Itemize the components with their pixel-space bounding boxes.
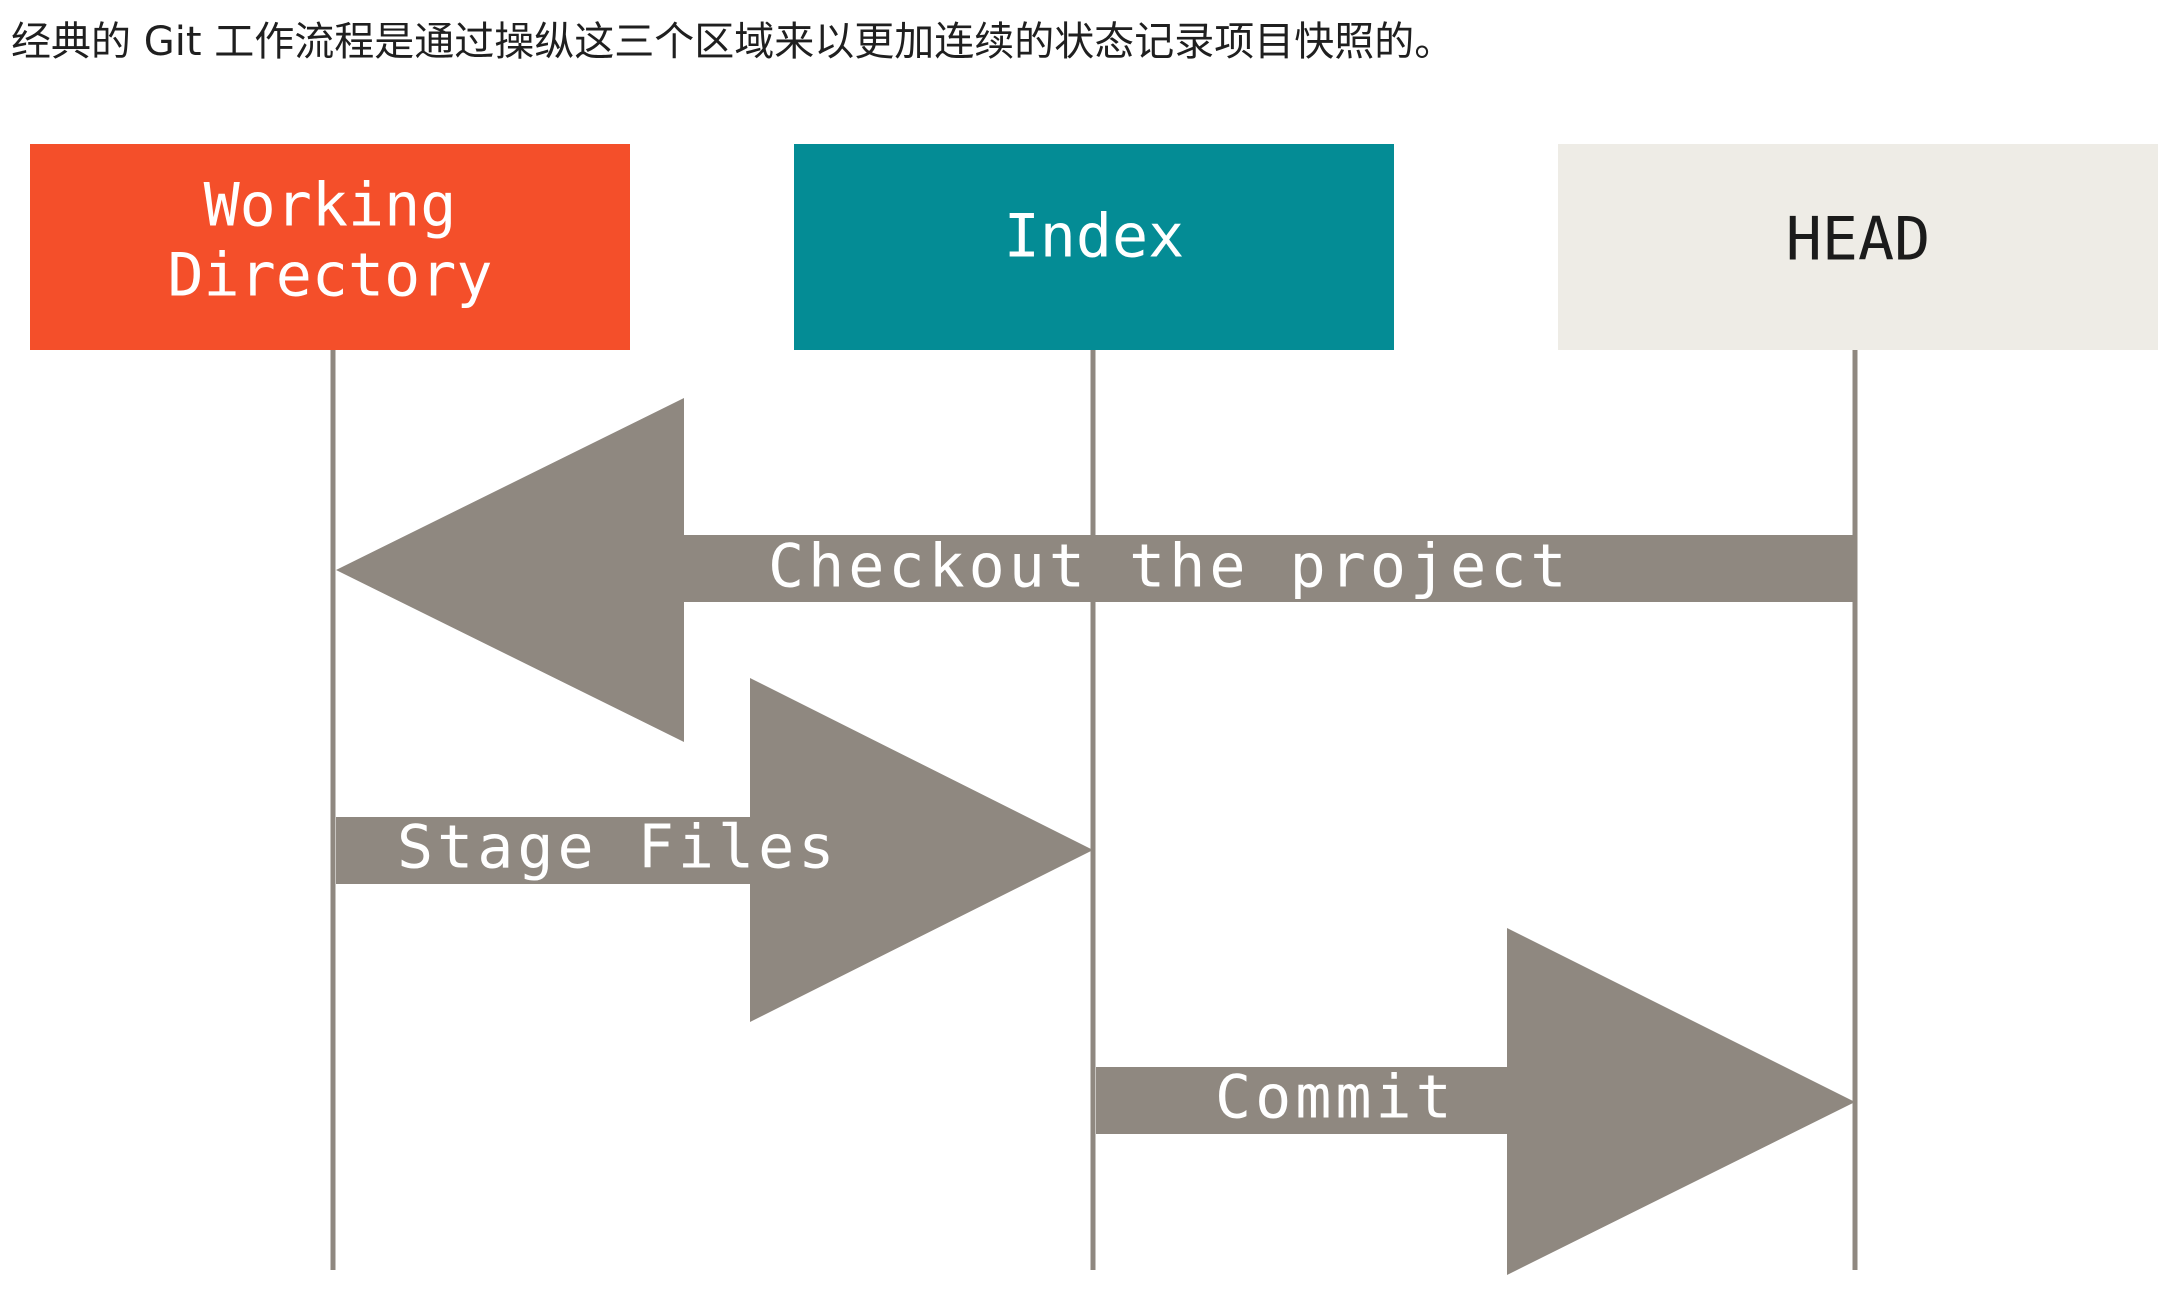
stage-files-arrow-label: Stage Files <box>397 813 838 883</box>
index-label: Index <box>1004 202 1185 272</box>
working-directory-label-line1: Working <box>204 171 457 241</box>
commit-arrow <box>1096 928 1855 1275</box>
working-directory-label-line2: Directory <box>167 241 492 311</box>
head-label: HEAD <box>1786 205 1931 275</box>
commit-arrow-label: Commit <box>1215 1063 1456 1133</box>
git-three-areas-diagram: Working Directory Index HEAD Checkout th… <box>30 144 2158 1275</box>
checkout-arrow-label: Checkout the project <box>768 532 1570 602</box>
